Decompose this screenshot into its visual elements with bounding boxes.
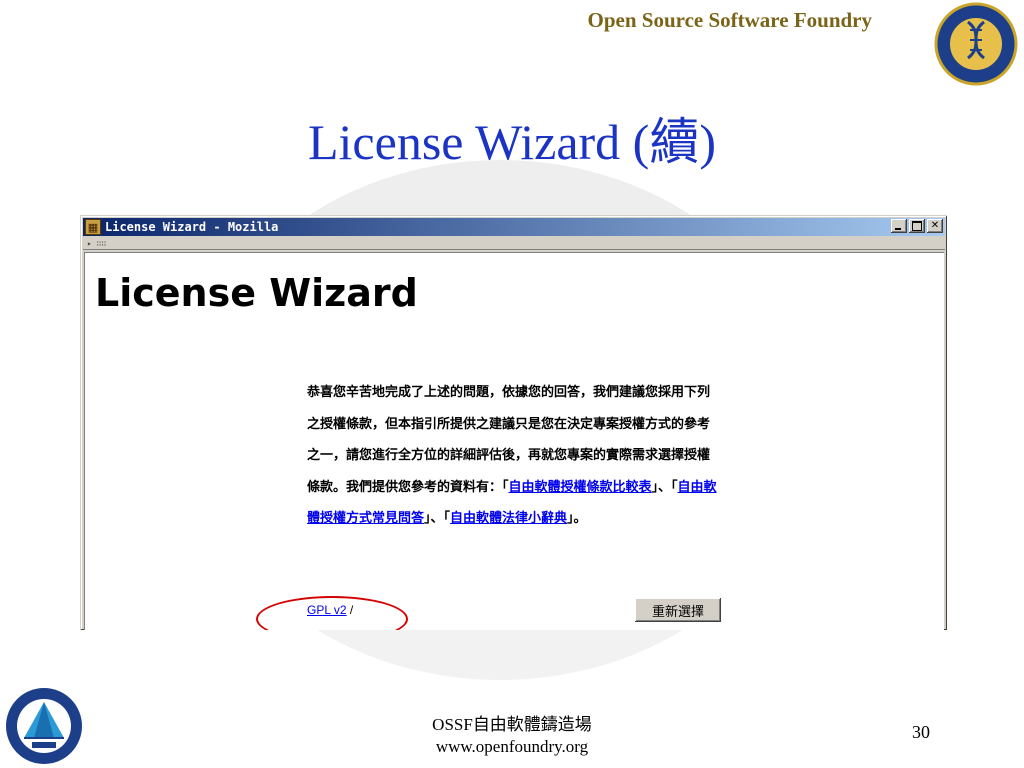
footer-url: www.openfoundry.org [435, 737, 589, 756]
page-number: 30 [912, 722, 930, 742]
org-header: Open Source Software Foundry [587, 8, 872, 32]
iis-logo-icon [6, 688, 82, 764]
paragraph-text: 」。 [567, 511, 587, 526]
maximize-button[interactable] [909, 219, 925, 233]
result-paragraph: 恭喜您辛苦地完成了上述的問題，依據您的回答，我們建議您採用下列之授權條款，但本指… [307, 377, 719, 535]
page-heading: License Wizard [95, 271, 418, 315]
license-comparison-link[interactable]: 自由軟體授權條款比較表 [509, 480, 652, 495]
paragraph-text: 」、「 [651, 479, 678, 495]
academia-sinica-seal-icon [934, 2, 1018, 86]
browser-window: ▦ License Wizard - Mozilla ✕ ▸ ∷∷ Licens… [80, 215, 947, 630]
window-titlebar[interactable]: ▦ License Wizard - Mozilla ✕ [83, 218, 945, 236]
reselect-button[interactable]: 重新選擇 [635, 598, 721, 622]
window-title: License Wizard - Mozilla [105, 220, 279, 234]
minimize-button[interactable] [891, 219, 907, 233]
paragraph-text: 恭喜您辛苦地完成了上述的問題，依據您的回答，我們建議您採用下列之授權條款，但本指… [307, 385, 711, 495]
slide-title: License Wizard (續) [308, 114, 716, 170]
window-controls: ✕ [889, 219, 943, 233]
paragraph-text: 」、「 [424, 511, 451, 526]
page-content: License Wizard 恭喜您辛苦地完成了上述的問題，依據您的回答，我們建… [84, 252, 944, 630]
mozilla-app-icon[interactable]: ▦ [85, 219, 101, 235]
collapsed-toolbar-grippy[interactable]: ▸ ∷∷ [83, 238, 945, 250]
footer: OSSF自由軟體鑄造場 www.openfoundry.org [312, 714, 712, 758]
footer-org-name: OSSF自由軟體鑄造場 [432, 715, 592, 734]
close-button[interactable]: ✕ [927, 219, 943, 233]
legal-dictionary-link[interactable]: 自由軟體法律小辭典 [450, 511, 567, 526]
highlight-ellipse [256, 596, 408, 630]
